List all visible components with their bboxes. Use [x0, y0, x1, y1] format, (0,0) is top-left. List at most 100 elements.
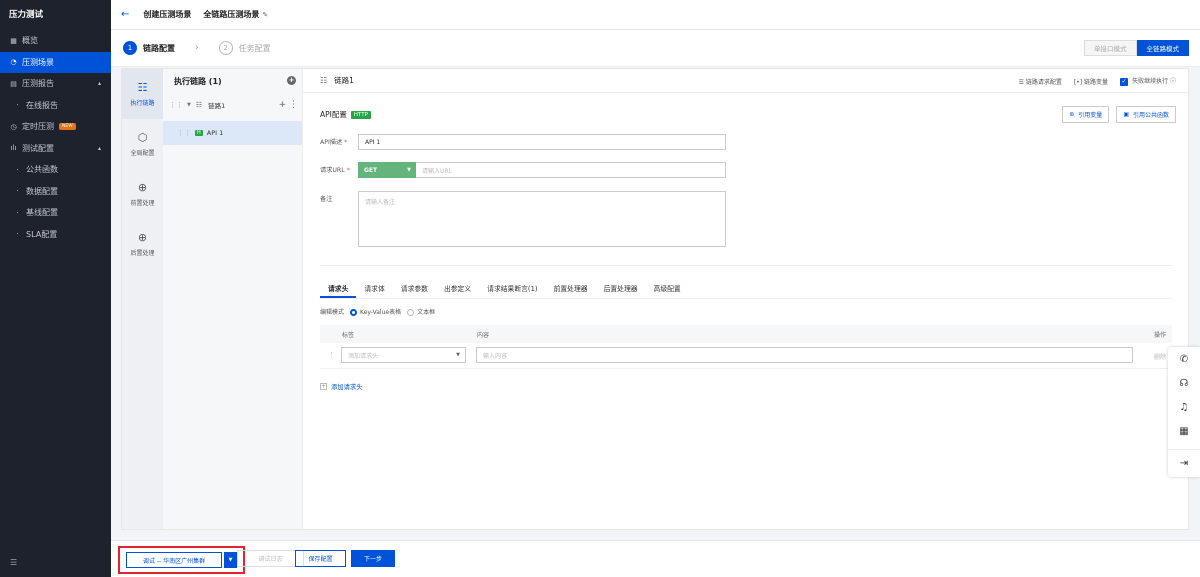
- nav-item-reports[interactable]: ▤ 压测报告 ▴: [0, 73, 111, 95]
- clock-icon: ◷: [10, 122, 17, 131]
- step-chain-config[interactable]: 1 链路配置: [123, 41, 175, 55]
- chain-variable-button[interactable]: [•] 链路变量: [1074, 77, 1108, 86]
- drag-handle-icon[interactable]: ⋮⋮: [169, 101, 183, 109]
- radio-key-value[interactable]: Key-Value表格: [350, 307, 401, 316]
- ref-public-func-button[interactable]: ▣ 引用公共函数: [1116, 106, 1176, 123]
- chain-icon: ☷: [137, 81, 148, 94]
- nav-item-scheduled[interactable]: ◷ 定时压测 NEW: [0, 116, 111, 138]
- tree-header: 执行链路 (1) +: [174, 76, 296, 86]
- function-icon: ▣: [1123, 111, 1129, 118]
- tab-output[interactable]: 出参定义: [436, 281, 479, 298]
- ref-variable-button[interactable]: ⊛ 引用变量: [1062, 106, 1110, 123]
- tab-headers[interactable]: 请求头: [320, 281, 357, 298]
- vertical-tabs: ☷ 执行链路 ⬡ 全局配置 ⊕ 前置处理 ⊕ 后置处理: [122, 69, 163, 529]
- tab-post-processor[interactable]: 后置处理器: [596, 281, 646, 298]
- main-card: ☷ 执行链路 ⬡ 全局配置 ⊕ 前置处理 ⊕ 后置处理 执行链路 (1) + ⋮⋮ ▼ …: [121, 68, 1189, 530]
- single-api-mode-button[interactable]: 单接口模式: [1084, 40, 1137, 56]
- vtab-post-process[interactable]: ⊕ 后置处理: [122, 219, 163, 269]
- chain-icon: ☷: [195, 101, 203, 109]
- step-task-config[interactable]: 2 任务配置: [218, 41, 271, 55]
- tab-pre-processor[interactable]: 前置处理器: [546, 281, 596, 298]
- chain-request-config-button[interactable]: ☰ 链路请求配置: [1019, 77, 1062, 86]
- nav-item-public-func[interactable]: · 公共函数: [0, 159, 111, 181]
- http-method-tag: H: [195, 130, 203, 136]
- api-desc-input[interactable]: API 1: [358, 134, 726, 150]
- chain-actions[interactable]: + ⋮: [279, 100, 298, 110]
- drag-handle-icon[interactable]: ⋮: [328, 351, 335, 359]
- header-key-select[interactable]: 添加请求头 ▼: [341, 347, 466, 363]
- back-arrow-icon[interactable]: ←: [121, 9, 129, 20]
- add-header-button[interactable]: + 添加请求头: [320, 382, 362, 391]
- debug-button[interactable]: 调试 -- 华南区广州集群: [126, 552, 222, 568]
- full-chain-mode-button[interactable]: 全链路模式: [1136, 40, 1189, 56]
- post-process-icon: ⊕: [137, 231, 148, 244]
- nav-item-baseline[interactable]: · 基线配置: [0, 202, 111, 224]
- request-tabs: 请求头 请求体 请求参数 出参定义 请求结果断言(1) 前置处理器 后置处理器 …: [320, 281, 1172, 299]
- bottom-bar: 调试 -- 华南区广州集群 ▼ 调试日志 保存配置 下一步: [111, 540, 1200, 577]
- new-badge: NEW: [59, 123, 76, 131]
- variable-icon: ⊛: [1069, 111, 1075, 118]
- nav-item-overview[interactable]: ▦ 概览: [0, 30, 111, 52]
- vtab-pre-process[interactable]: ⊕ 前置处理: [122, 169, 163, 219]
- tab-body[interactable]: 请求体: [356, 281, 392, 298]
- kv-table-header: 标签 内容 操作: [320, 325, 1172, 343]
- mode-switch: 单接口模式 全链路模式: [1084, 40, 1189, 56]
- steps-bar: 1 链路配置 › 2 任务配置 单接口模式 全链路模式: [111, 30, 1200, 67]
- method-select[interactable]: GET ▼: [358, 162, 416, 178]
- headset-icon[interactable]: ☊: [1168, 371, 1200, 395]
- header-value-input[interactable]: 输入内容: [476, 347, 1133, 363]
- edit-mode: 编辑模式 Key-Value表格 文本框: [320, 307, 436, 316]
- save-config-button[interactable]: 保存配置: [295, 550, 346, 567]
- left-nav: 压力测试 ▦ 概览 ◔ 压测场景 ▤ 压测报告 ▴ · 在线报告 ◷ 定时压测 NEW ılı…: [0, 0, 111, 577]
- tab-assertions[interactable]: 请求结果断言(1): [479, 281, 545, 298]
- nav-item-test-config[interactable]: ılı 测试配置 ▴: [0, 138, 111, 160]
- pre-process-icon: ⊕: [137, 181, 148, 194]
- grid-icon: ▦: [10, 36, 17, 45]
- nav-item-sla[interactable]: · SLA配置: [0, 224, 111, 246]
- config-icon: ılı: [10, 144, 17, 153]
- divider: [320, 265, 1172, 266]
- next-step-button[interactable]: 下一步: [351, 550, 395, 567]
- scene-icon: ◔: [10, 58, 17, 67]
- add-chain-icon[interactable]: +: [287, 76, 296, 85]
- nav-item-scenes[interactable]: ◔ 压测场景: [0, 51, 111, 73]
- tree-api-row[interactable]: ⋮⋮ H API 1: [163, 121, 302, 145]
- page-header: ← 创建压测场景 全链路压测场景 ✎: [111, 0, 1200, 30]
- tab-params[interactable]: 请求参数: [393, 281, 436, 298]
- collapse-right-icon[interactable]: ⇥: [1168, 449, 1200, 477]
- caret-down-icon: ▼: [407, 167, 411, 173]
- plus-icon: +: [320, 383, 327, 390]
- tab-advanced[interactable]: 高级配置: [646, 281, 689, 298]
- vtab-exec-chain[interactable]: ☷ 执行链路: [122, 69, 163, 119]
- http-tag: HTTP: [350, 110, 371, 119]
- breadcrumb-create-scene: 创建压测场景: [143, 10, 192, 19]
- chain-icon: ☷: [320, 76, 328, 85]
- bell-icon[interactable]: ♫: [1168, 395, 1200, 419]
- qr-code-icon[interactable]: ▦: [1168, 419, 1200, 443]
- nav-item-online-report[interactable]: · 在线报告: [0, 95, 111, 117]
- radio-text[interactable]: 文本框: [407, 307, 435, 316]
- debug-highlight-box: 调试 -- 华南区广州集群 ▼: [118, 546, 245, 574]
- api-config-title: API配置 HTTP: [320, 109, 371, 120]
- nav-item-data-config[interactable]: · 数据配置: [0, 181, 111, 203]
- note-row: 备注 请输入备注: [320, 191, 726, 247]
- note-textarea[interactable]: 请输入备注: [358, 191, 726, 247]
- debug-dropdown-icon[interactable]: ▼: [224, 552, 237, 568]
- caret-down-icon: ▼: [456, 352, 460, 358]
- debug-log-button[interactable]: 调试日志: [237, 550, 304, 567]
- chain-tree: 执行链路 (1) + ⋮⋮ ▼ ☷ 链路1 + ⋮ ⋮⋮ H API 1: [163, 69, 303, 529]
- drag-handle-icon[interactable]: ⋮⋮: [177, 129, 191, 137]
- phone-icon[interactable]: ✆: [1168, 347, 1200, 371]
- continue-on-fail-checkbox[interactable]: ✓ 失败继续执行 ⓘ: [1120, 76, 1176, 86]
- delete-button[interactable]: 删除: [1154, 352, 1166, 361]
- vtab-global-config[interactable]: ⬡ 全局配置: [122, 119, 163, 169]
- url-input[interactable]: 请输入URL: [416, 162, 726, 178]
- chevron-up-icon: ▴: [97, 144, 101, 152]
- chain-bar: ☷ 链路1 ☰ 链路请求配置 [•] 链路变量 ✓ 失败继续执行 ⓘ: [303, 69, 1188, 93]
- chevron-right-icon: ›: [195, 43, 199, 53]
- collapse-nav-icon[interactable]: ☰: [10, 558, 17, 567]
- caret-down-icon[interactable]: ▼: [187, 102, 191, 108]
- tree-chain-row[interactable]: ⋮⋮ ▼ ☷ 链路1 + ⋮: [163, 93, 302, 117]
- edit-icon[interactable]: ✎: [262, 11, 268, 19]
- api-config-panel: ☷ 链路1 ☰ 链路请求配置 [•] 链路变量 ✓ 失败继续执行 ⓘ API配置 …: [303, 69, 1188, 529]
